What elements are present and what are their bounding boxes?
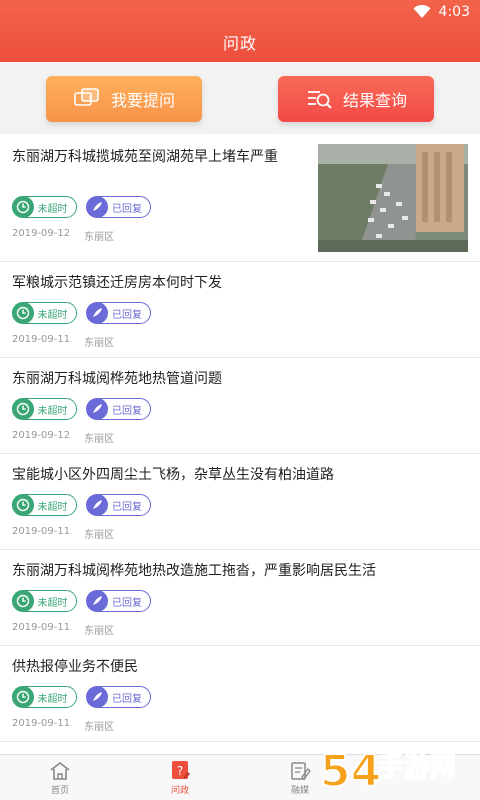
list-item[interactable]: 东丽湖万科城阅桦苑地热改造施工拖沓，严重影响居民生活 未超时 已回复 2019-… bbox=[0, 550, 480, 646]
feather-icon bbox=[86, 398, 108, 420]
list-item[interactable]: 东丽湖万科城阅桦苑地热管道问题 未超时 已回复 2019-09-12 东丽区 bbox=[0, 358, 480, 454]
timeout-status-badge: 未超时 bbox=[11, 590, 77, 612]
search-list-icon bbox=[307, 91, 332, 109]
timeout-status-badge: 未超时 bbox=[11, 302, 77, 324]
timeout-status-badge: 未超时 bbox=[11, 196, 77, 218]
reply-status-badge: 已回复 bbox=[86, 398, 151, 420]
edit-icon bbox=[291, 762, 311, 780]
clock-icon bbox=[11, 398, 34, 420]
reply-status-badge: 已回复 bbox=[86, 196, 151, 218]
reply-status-badge: 已回复 bbox=[86, 302, 151, 324]
svg-text:?: ? bbox=[177, 764, 183, 778]
item-district: 东丽区 bbox=[84, 530, 115, 541]
ask-question-label: 我要提问 bbox=[110, 91, 175, 110]
question-list: 东丽湖万科城揽城苑至阅湖苑早上堵车严重 未超时 已回复 2019-09-12 东… bbox=[0, 134, 480, 754]
question-icon: ? bbox=[172, 761, 190, 779]
list-item[interactable]: 宝能城小区外四周尘土飞杨，杂草丛生没有柏油道路 未超时 已回复 2019-09-… bbox=[0, 454, 480, 550]
site-watermark: 54 手游网 bbox=[318, 740, 476, 798]
wifi-icon bbox=[413, 5, 431, 18]
page-title: 问政 bbox=[222, 34, 257, 53]
item-district: 东丽区 bbox=[84, 338, 115, 349]
item-title: 东丽湖万科城揽城苑至阅湖苑早上堵车严重 bbox=[12, 149, 278, 165]
item-district: 东丽区 bbox=[84, 722, 115, 733]
clock-icon bbox=[11, 196, 34, 218]
clock-icon bbox=[11, 686, 34, 708]
reply-status-badge: 已回复 bbox=[86, 686, 151, 708]
feather-icon bbox=[86, 590, 108, 612]
timeout-status-badge: 未超时 bbox=[11, 686, 77, 708]
svg-text:54: 54 bbox=[320, 746, 381, 797]
list-item[interactable]: 东丽湖万科城揽城苑至阅湖苑早上堵车严重 未超时 已回复 2019-09-12 东… bbox=[0, 134, 480, 262]
item-district: 东丽区 bbox=[84, 232, 115, 243]
list-item[interactable]: 军粮城示范镇还迁房房本何时下发 未超时 已回复 2019-09-11 东丽区 bbox=[0, 262, 480, 358]
clock-icon bbox=[11, 590, 34, 612]
feather-icon bbox=[86, 494, 108, 516]
item-date: 2019-09-11 bbox=[12, 526, 71, 537]
item-title: 军粮城示范镇还迁房房本何时下发 bbox=[12, 275, 222, 291]
status-bar: 4:03 bbox=[0, 0, 480, 26]
feather-icon bbox=[86, 196, 108, 218]
item-date: 2019-09-11 bbox=[12, 622, 71, 633]
feather-icon bbox=[86, 302, 108, 324]
ask-question-button[interactable]: ? 我要提问 bbox=[46, 76, 202, 122]
tab-home[interactable]: 首页 bbox=[0, 755, 120, 800]
traffic-photo bbox=[318, 144, 468, 252]
question-bubble-icon: ? bbox=[74, 88, 99, 106]
result-query-label: 结果查询 bbox=[342, 91, 407, 110]
result-query-button[interactable]: 结果查询 bbox=[278, 76, 434, 122]
item-district: 东丽区 bbox=[84, 434, 115, 445]
item-date: 2019-09-11 bbox=[12, 334, 71, 345]
action-bar: ? 我要提问 结果查询 bbox=[0, 62, 480, 134]
reply-status-badge: 已回复 bbox=[86, 494, 151, 516]
item-title: 东丽湖万科城阅桦苑地热管道问题 bbox=[12, 371, 222, 387]
list-item[interactable]: 供热报停业务不便民 未超时 已回复 2019-09-11 东丽区 bbox=[0, 646, 480, 742]
status-time: 4:03 bbox=[438, 4, 470, 20]
item-date: 2019-09-12 bbox=[12, 228, 71, 239]
clock-icon bbox=[11, 494, 34, 516]
item-title: 供热报停业务不便民 bbox=[12, 659, 138, 675]
reply-status-badge: 已回复 bbox=[86, 590, 151, 612]
top-header: 4:03 问政 bbox=[0, 0, 480, 62]
item-district: 东丽区 bbox=[84, 626, 115, 637]
tab-wenzheng[interactable]: ? 问政 bbox=[120, 755, 240, 800]
item-date: 2019-09-12 bbox=[12, 430, 71, 441]
item-date: 2019-09-11 bbox=[12, 718, 71, 729]
item-title: 东丽湖万科城阅桦苑地热改造施工拖沓，严重影响居民生活 bbox=[12, 563, 376, 579]
svg-text:手游网: 手游网 bbox=[378, 753, 456, 783]
timeout-status-badge: 未超时 bbox=[11, 398, 77, 420]
svg-text:?: ? bbox=[88, 92, 93, 102]
timeout-status-badge: 未超时 bbox=[11, 494, 77, 516]
item-title: 宝能城小区外四周尘土飞杨，杂草丛生没有柏油道路 bbox=[12, 467, 334, 483]
feather-icon bbox=[86, 686, 108, 708]
home-icon bbox=[50, 761, 70, 780]
clock-icon bbox=[11, 302, 34, 324]
